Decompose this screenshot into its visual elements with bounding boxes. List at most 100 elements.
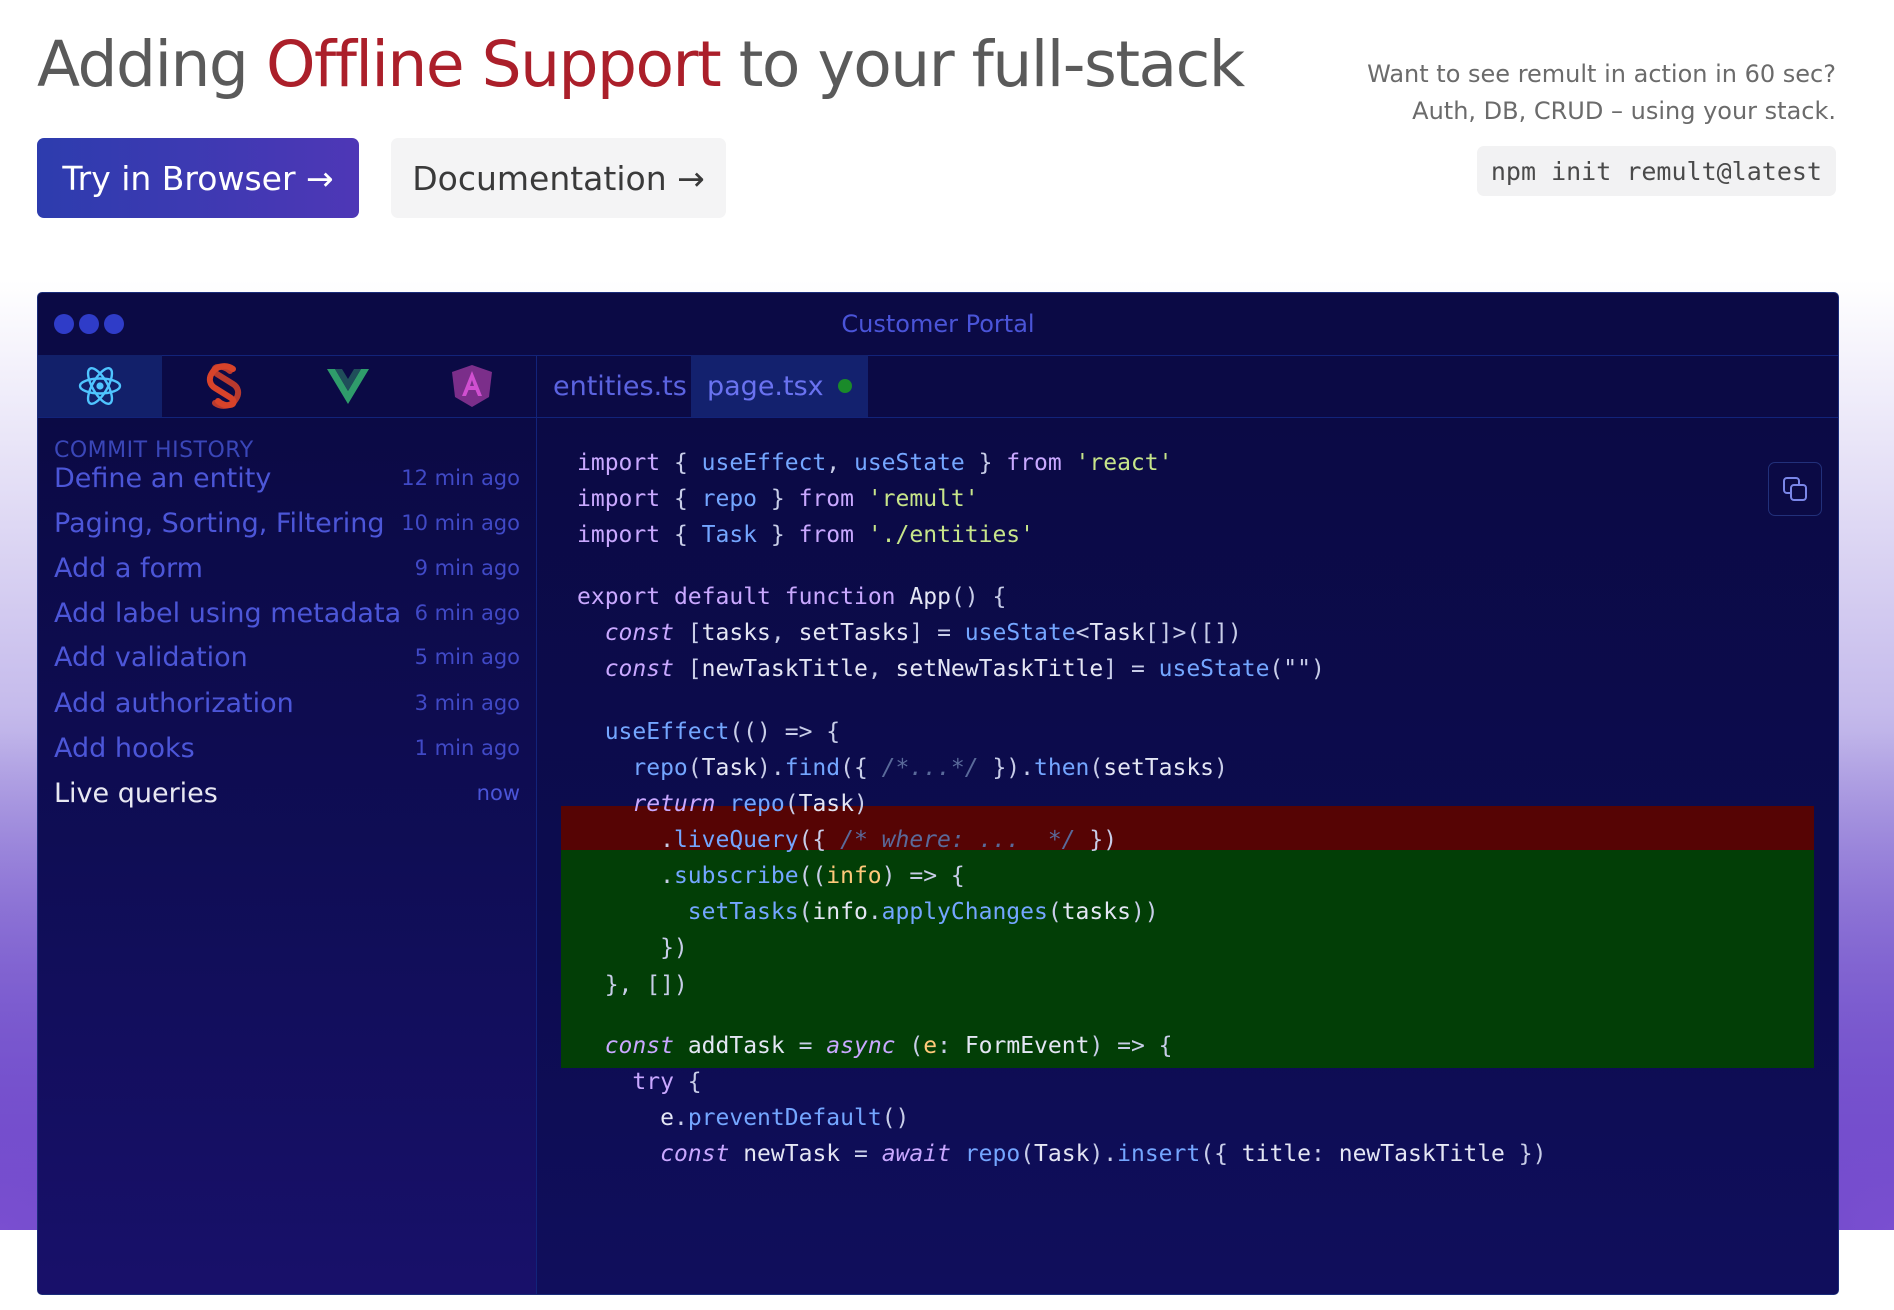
tab-svelte[interactable] [162,355,286,417]
code-token: ) [1214,755,1228,781]
tab-page-tsx[interactable]: page.tsx [691,355,868,417]
commit-item[interactable]: Live queries now [54,773,520,813]
code-line: }) [577,931,688,965]
code-line: import { repo } from 'remult' [577,482,979,516]
copy-button[interactable] [1768,462,1822,516]
code-token: ) => { [1089,1033,1173,1059]
commit-item[interactable]: Add authorization 3 min ago [54,683,520,723]
commit-time: 3 min ago [414,691,520,715]
code-token: await [881,1141,951,1167]
npm-command[interactable]: npm init remult@latest [1476,146,1836,196]
title-highlight: Offline Support [265,28,722,101]
code-line: e.preventDefault() [577,1101,909,1135]
code-token: newTaskTitle [701,656,868,682]
code-line: repo(Task).find({ /*...*/ }).then(setTas… [577,751,1228,785]
code-token: ("") [1269,656,1325,682]
code-token: setNewTaskTitle [895,656,1104,682]
commit-time: 5 min ago [414,645,520,669]
commit-label: Live queries [54,777,218,809]
code-token: from [798,486,854,512]
code-token: : [1311,1141,1339,1167]
code-line: export default function App() { [577,580,1006,614]
tab-vue[interactable] [286,355,410,417]
code-token: ] = [909,620,965,646]
code-token: (() => { [729,719,841,745]
commit-item[interactable]: Add hooks 1 min ago [54,728,520,768]
code-token: Task [701,522,758,548]
commit-time: 9 min ago [414,556,520,580]
code-token: ) [853,791,868,817]
code-line: setTasks(info.applyChanges(tasks)) [577,895,1159,929]
code-token: tasks [701,620,771,646]
code-token: find [784,755,841,781]
commit-item[interactable]: Define an entity 12 min ago [54,458,520,498]
code-token: e [923,1033,938,1059]
commit-item[interactable]: Add validation 5 min ago [54,637,520,677]
code-token: useState [1158,656,1270,682]
code-token: info [826,863,882,889]
tab-angular[interactable] [410,355,534,417]
code-line: const newTask = await repo(Task).insert(… [577,1137,1546,1171]
title-prefix: Adding [37,28,249,101]
code-token: repo [729,791,785,817]
code-token: const [604,1033,674,1059]
code-token: { [673,1069,702,1095]
code-token: const [660,1141,730,1167]
commit-label: Add hooks [54,732,195,764]
tab-react[interactable] [38,355,162,417]
code-token: . [577,863,674,889]
code-token: import [577,486,661,512]
code-token: addTask [687,1033,785,1059]
code-token: . [867,899,882,925]
code-token: from [1006,450,1062,476]
vue-icon [327,369,369,404]
code-token: () [881,1105,910,1131]
code-token: ({ [798,827,841,853]
code-token: < [1075,620,1090,646]
code-token: from [798,522,854,548]
code-view: import { useEffect, useState } from 'rea… [537,418,1838,1294]
code-token: setTasks [687,899,799,925]
code-token: ) => { [881,863,965,889]
code-token: function [784,584,896,610]
commit-label: Add validation [54,641,248,673]
code-token: export [577,584,661,610]
code-token: ( [895,1033,924,1059]
code-token: Task [1034,1141,1090,1167]
code-token: 'remult' [867,486,979,512]
code-token: ({ [1200,1141,1242,1167]
code-token: }) [1504,1141,1547,1167]
commit-item[interactable]: Add a form 9 min ago [54,548,520,588]
copy-icon [1783,477,1807,501]
code-line: .liveQuery({ /* where: ... */ }) [577,823,1117,857]
commit-time: 10 min ago [401,511,520,535]
commit-time: now [476,781,520,805]
promo-line-1: Want to see remult in action in 60 sec? [1367,60,1836,88]
code-token: 'react' [1075,450,1173,476]
tab-entities-ts[interactable]: entities.ts [537,355,703,417]
code-token: ({ [840,755,882,781]
code-line: try { [577,1065,702,1099]
code-token: applyChanges [881,899,1048,925]
code-token: title [1241,1141,1312,1167]
commit-label: Paging, Sorting, Filtering [54,507,385,539]
code-token: async [826,1033,896,1059]
code-token: App [909,584,951,610]
documentation-button[interactable]: Documentation → [391,138,726,218]
code-token: ). [1089,1141,1118,1167]
commit-item[interactable]: Add label using metadata 6 min ago [54,593,520,633]
code-token: /* where: ... */ [840,827,1076,853]
code-token: (( [798,863,827,889]
code-token: default [673,584,771,610]
page-title: Adding Offline Support to your full-stac… [37,28,1245,101]
commit-item[interactable]: Paging, Sorting, Filtering 10 min ago [54,503,520,543]
try-in-browser-button[interactable]: Try in Browser → [37,138,359,218]
